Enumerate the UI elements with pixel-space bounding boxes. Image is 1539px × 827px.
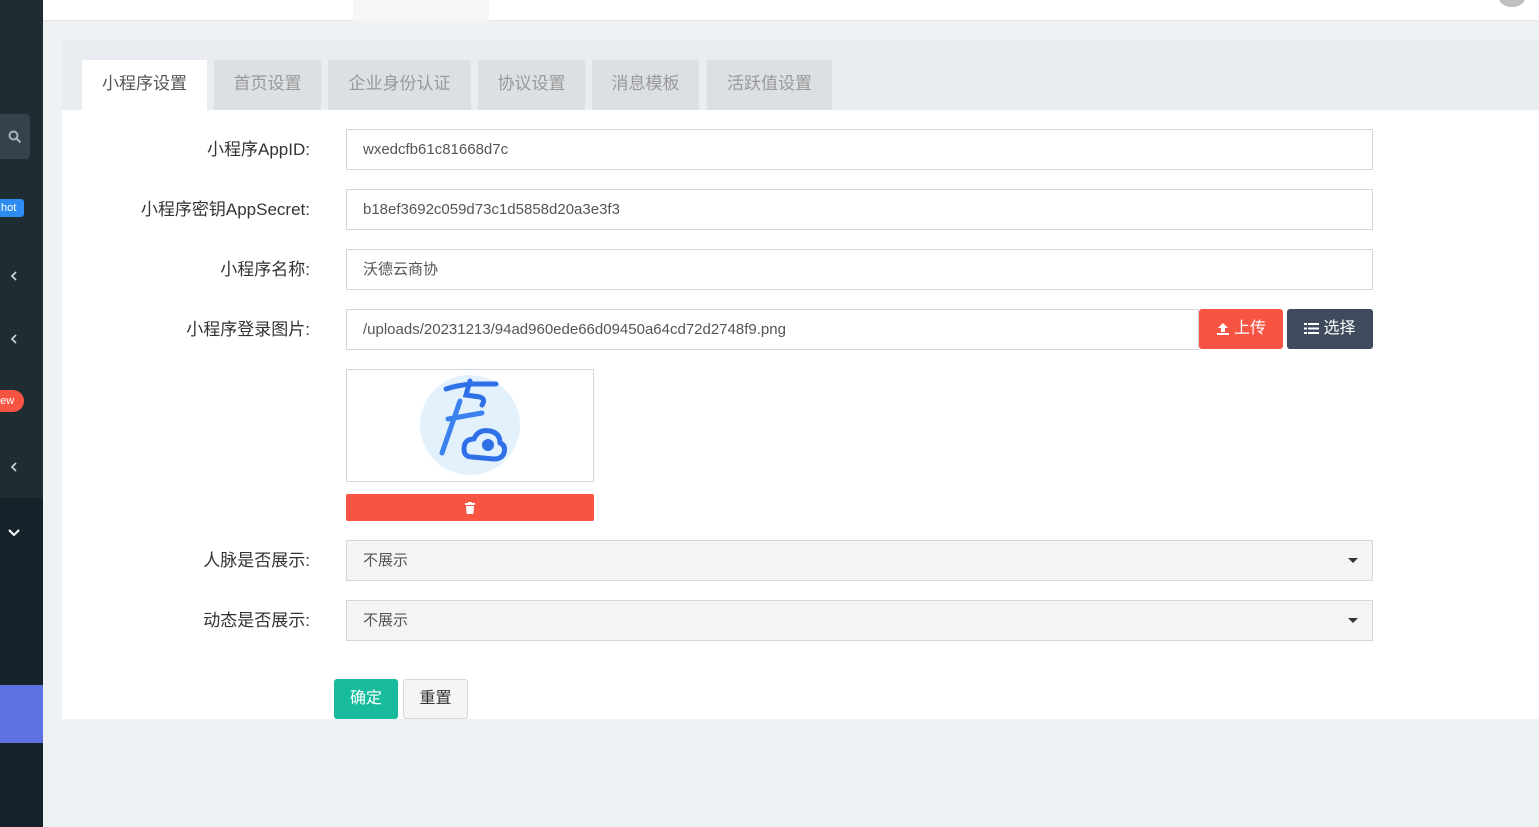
tab-message-templates[interactable]: 消息模板: [592, 60, 699, 110]
delete-image-button[interactable]: [346, 494, 594, 521]
settings-panel: 小程序设置 首页设置 企业身份认证 协议设置 消息模板 活跃值设置 小程序App…: [62, 40, 1539, 719]
tab-miniprogram-settings[interactable]: 小程序设置: [82, 60, 207, 110]
login-image-path-input[interactable]: /uploads/20231213/94ad960ede66d09450a64c…: [346, 309, 1199, 350]
upload-button-label: 上传: [1233, 320, 1266, 337]
tab-bar: 小程序设置 首页设置 企业身份认证 协议设置 消息模板 活跃值设置: [62, 40, 1539, 110]
appsecret-label: 小程序密钥AppSecret:: [140, 200, 310, 219]
sidebar-badge-hot: hot: [0, 199, 24, 217]
appsecret-input[interactable]: b18ef3692c059d73c1d5858d20a3e3f3: [346, 189, 1373, 230]
upload-icon: [1216, 322, 1229, 335]
reset-button[interactable]: 重置: [403, 679, 468, 719]
header-tab[interactable]: [353, 0, 489, 21]
avatar[interactable]: [1499, 0, 1525, 7]
feed-display-select[interactable]: 不展示: [346, 600, 1373, 641]
contacts-display-value: 不展示: [363, 552, 409, 569]
feed-display-value: 不展示: [363, 612, 409, 629]
sidebar-badge-new: new: [0, 390, 24, 412]
search-icon: [8, 130, 22, 143]
feed-display-row: 动态是否展示: 不展示: [62, 600, 1539, 641]
contacts-display-label: 人脉是否展示:: [203, 551, 310, 570]
sidebar-expand-2[interactable]: [5, 330, 23, 348]
tab-agreement-settings[interactable]: 协议设置: [478, 60, 585, 110]
appsecret-row: 小程序密钥AppSecret: b18ef3692c059d73c1d5858d…: [62, 189, 1539, 230]
select-button[interactable]: 选择: [1287, 309, 1373, 349]
name-label: 小程序名称:: [220, 260, 310, 279]
appid-label: 小程序AppID:: [207, 140, 310, 159]
chevron-left-icon: [10, 334, 17, 344]
chevron-left-icon: [10, 271, 17, 281]
sidebar: hot new: [0, 0, 43, 827]
confirm-button[interactable]: 确定: [334, 679, 398, 719]
chevron-down-icon: [8, 529, 20, 537]
trash-icon: [465, 501, 475, 514]
sidebar-collapse[interactable]: [5, 523, 23, 541]
sidebar-lower-section: [0, 498, 43, 827]
sidebar-expand-1[interactable]: [5, 267, 23, 285]
name-input[interactable]: 沃德云商协: [346, 249, 1373, 290]
select-button-label: 选择: [1323, 320, 1356, 337]
feed-display-label: 动态是否展示:: [203, 611, 310, 630]
contacts-display-row: 人脉是否展示: 不展示: [62, 540, 1539, 581]
login-image-row: 小程序登录图片: /uploads/20231213/94ad960ede66d…: [62, 309, 1539, 350]
top-header: [43, 0, 1539, 21]
contacts-display-select[interactable]: 不展示: [346, 540, 1373, 581]
caret-down-icon: [1348, 618, 1358, 623]
tab-enterprise-verification[interactable]: 企业身份认证: [328, 60, 471, 110]
sidebar-active-item[interactable]: [0, 685, 43, 743]
login-image-label: 小程序登录图片:: [186, 320, 310, 339]
name-row: 小程序名称: 沃德云商协: [62, 249, 1539, 290]
login-image-preview: [346, 369, 594, 482]
app-logo-image: [420, 375, 520, 475]
chevron-left-icon: [10, 462, 17, 472]
upload-button[interactable]: 上传: [1199, 309, 1283, 349]
tab-activity-settings[interactable]: 活跃值设置: [707, 60, 832, 110]
appid-row: 小程序AppID: wxedcfb61c81668d7c: [62, 129, 1539, 170]
sidebar-search-button[interactable]: [0, 114, 30, 159]
caret-down-icon: [1348, 558, 1358, 563]
appid-input[interactable]: wxedcfb61c81668d7c: [346, 129, 1373, 170]
list-icon: [1304, 323, 1320, 335]
tab-homepage-settings[interactable]: 首页设置: [214, 60, 321, 110]
sidebar-expand-3[interactable]: [5, 458, 23, 476]
